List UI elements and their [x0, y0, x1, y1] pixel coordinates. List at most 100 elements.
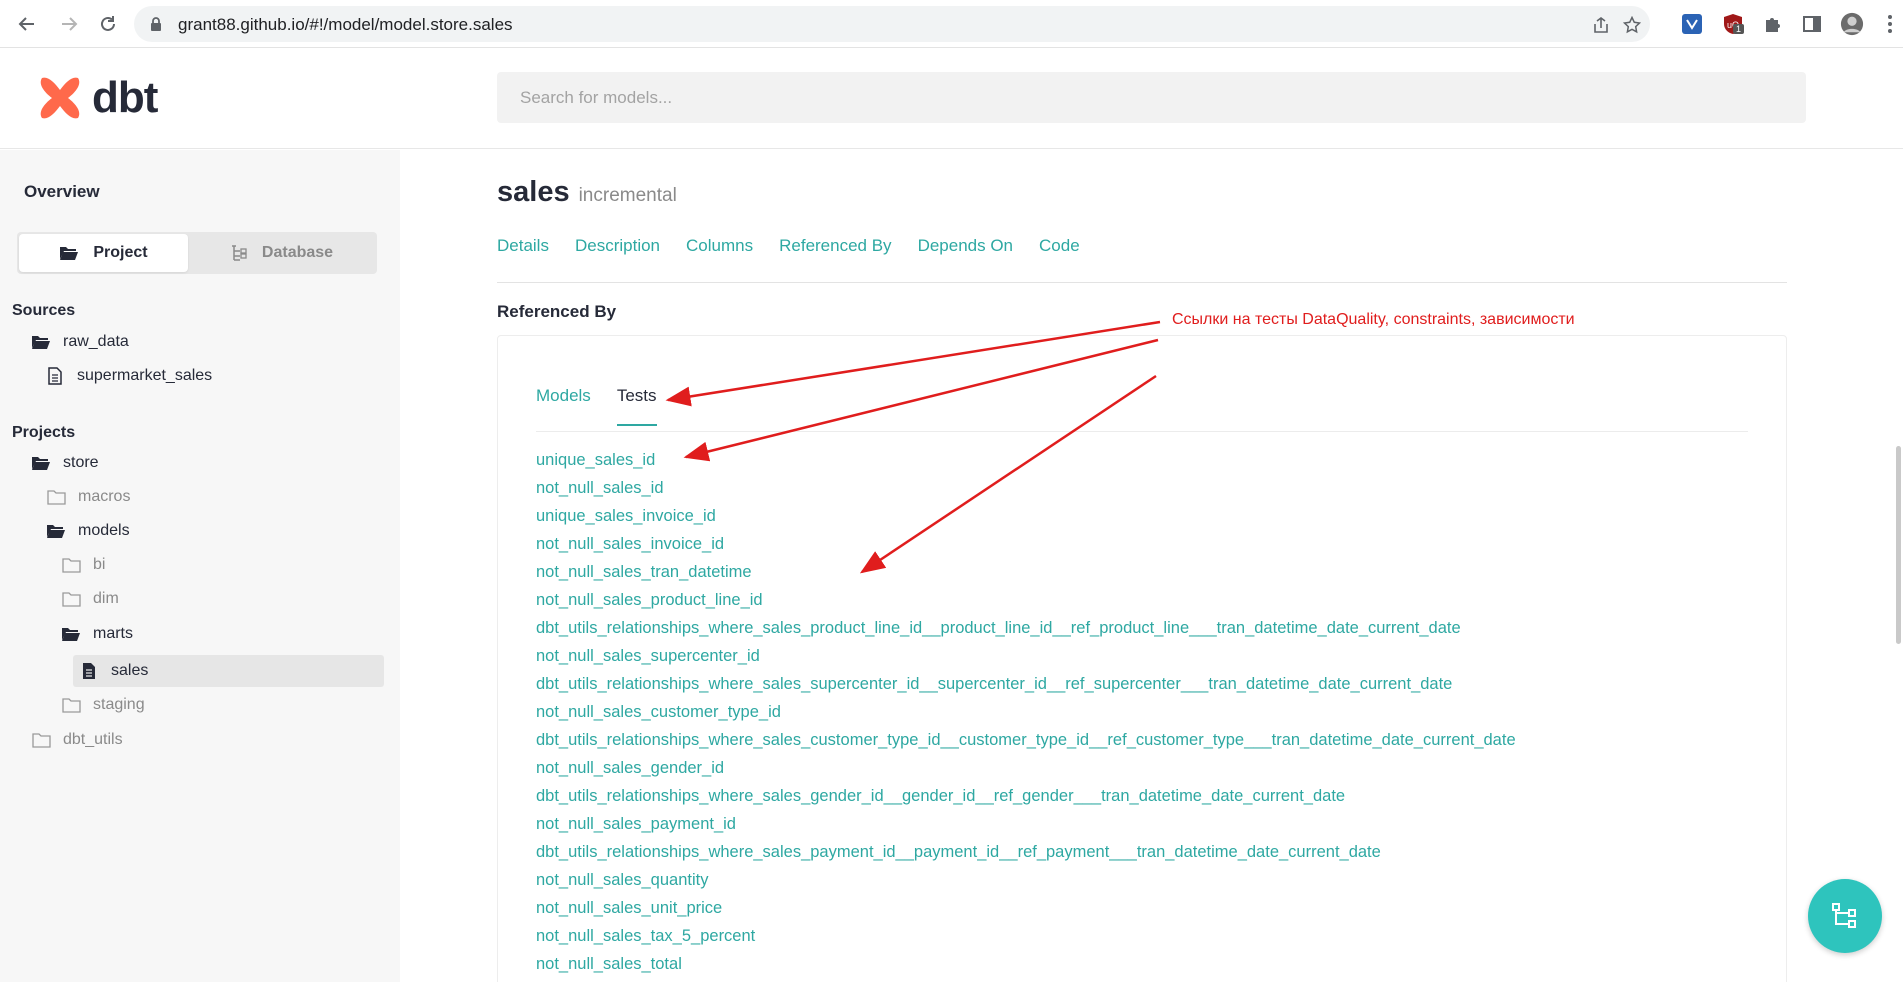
tab-details[interactable]: Details — [497, 236, 549, 256]
tree-structure-icon — [230, 244, 248, 262]
folder-icon — [61, 557, 81, 573]
tree-item-dim[interactable]: dim — [61, 585, 119, 613]
search-input[interactable] — [497, 72, 1806, 123]
tree-item-bi[interactable]: bi — [61, 551, 105, 579]
folder-open-icon — [46, 523, 66, 539]
dbt-logo-icon — [40, 77, 80, 119]
test-link[interactable]: not_null_sales_unit_price — [536, 896, 1516, 924]
url-text: grant88.github.io/#!/model/model.store.s… — [178, 15, 513, 34]
profile-avatar[interactable] — [1840, 12, 1864, 36]
tabs-divider — [497, 282, 1787, 283]
test-link[interactable]: not_null_sales_total — [536, 952, 1516, 980]
folder-open-icon — [31, 455, 51, 471]
tree-item-marts[interactable]: marts — [61, 620, 133, 648]
test-link[interactable]: unique_sales_id — [536, 448, 1516, 476]
subtabs-divider — [536, 431, 1748, 432]
reload-button[interactable] — [94, 10, 122, 38]
test-link[interactable]: not_null_sales_tax_5_percent — [536, 924, 1516, 952]
tab-columns[interactable]: Columns — [686, 236, 753, 256]
test-link[interactable]: not_null_sales_gender_id — [536, 756, 1516, 784]
lineage-graph-icon — [1832, 903, 1856, 928]
dbt-logo[interactable]: dbt — [36, 73, 158, 123]
tab-description[interactable]: Description — [575, 236, 660, 256]
kebab-menu-icon[interactable] — [1878, 12, 1902, 36]
side-panel-icon[interactable] — [1800, 12, 1824, 36]
tree-item-raw-data[interactable]: raw_data — [31, 328, 129, 356]
forward-button[interactable] — [55, 10, 83, 38]
subtab-tests[interactable]: Tests — [616, 386, 657, 426]
tree-item-store[interactable]: store — [31, 449, 99, 477]
tree-item-supermarket-sales[interactable]: supermarket_sales — [45, 362, 212, 390]
test-link[interactable]: unique_sales_invoice_id — [536, 504, 1516, 532]
address-bar[interactable]: grant88.github.io/#!/model/model.store.s… — [134, 6, 1650, 42]
tree-item-staging[interactable]: staging — [61, 691, 145, 719]
tree-item-dbt-utils[interactable]: dbt_utils — [31, 726, 123, 754]
tree-item-label: dbt_utils — [63, 731, 123, 748]
projects-heading: Projects — [12, 424, 76, 441]
tree-item-label: marts — [93, 625, 133, 642]
section-title-referenced-by: Referenced By — [497, 302, 617, 321]
reload-icon — [101, 16, 115, 31]
vscode-extension-icon[interactable] — [1680, 12, 1704, 36]
overview-link[interactable]: Overview — [24, 182, 100, 202]
folder-icon — [46, 489, 66, 505]
tab-depends-on[interactable]: Depends On — [918, 236, 1013, 256]
browser-toolbar: grant88.github.io/#!/model/model.store.s… — [0, 0, 1903, 48]
folder-open-icon — [59, 245, 79, 261]
lock-icon — [150, 17, 162, 36]
tab-code[interactable]: Code — [1039, 236, 1080, 256]
page-scrollbar[interactable] — [1896, 446, 1901, 644]
arrow-right-icon — [62, 17, 78, 31]
test-link[interactable]: not_null_sales_id — [536, 476, 1516, 504]
tree-item-label: store — [63, 454, 99, 471]
tests-list: unique_sales_id not_null_sales_id unique… — [536, 448, 1516, 980]
test-link[interactable]: not_null_sales_payment_id — [536, 812, 1516, 840]
lineage-graph-button[interactable] — [1808, 879, 1882, 953]
tree-item-label: macros — [78, 488, 131, 505]
test-link[interactable]: not_null_sales_customer_type_id — [536, 700, 1516, 728]
file-icon — [45, 367, 65, 385]
referenced-by-card: Models Tests unique_sales_id not_null_sa… — [497, 335, 1787, 982]
tree-item-macros[interactable]: macros — [46, 483, 130, 511]
folder-icon — [61, 697, 81, 713]
tree-item-label: bi — [93, 556, 106, 573]
test-link[interactable]: not_null_sales_tran_datetime — [536, 560, 1516, 588]
tree-item-sales[interactable]: sales — [73, 655, 384, 687]
test-link[interactable]: dbt_utils_relationships_where_sales_gend… — [536, 784, 1516, 812]
test-link[interactable]: not_null_sales_product_line_id — [536, 588, 1516, 616]
database-toggle-label: Database — [261, 244, 334, 261]
test-link[interactable]: dbt_utils_relationships_where_sales_supe… — [536, 672, 1516, 700]
ublock-extension-icon[interactable]: uO 1 — [1721, 12, 1745, 36]
tree-item-label: dim — [93, 590, 119, 607]
tree-item-label: sales — [111, 662, 149, 679]
tree-item-label: raw_data — [63, 333, 129, 350]
subtab-models[interactable]: Models — [536, 386, 591, 426]
model-name: sales — [497, 176, 570, 208]
sources-heading: Sources — [12, 302, 76, 319]
arrow-left-icon — [18, 17, 34, 31]
test-link[interactable]: dbt_utils_relationships_where_sales_cust… — [536, 728, 1516, 756]
database-toggle-button[interactable]: Database — [188, 234, 375, 272]
tab-referenced-by[interactable]: Referenced By — [779, 236, 891, 256]
back-button[interactable] — [13, 10, 41, 38]
puzzle-extensions-icon[interactable] — [1761, 12, 1785, 36]
folder-icon — [61, 591, 81, 607]
share-icon[interactable] — [1590, 14, 1612, 36]
bookmark-star-icon[interactable] — [1621, 14, 1643, 36]
model-tabs: Details Description Columns Referenced B… — [497, 236, 1106, 256]
project-toggle-button[interactable]: Project — [19, 234, 188, 272]
file-icon — [79, 662, 99, 680]
test-link[interactable]: dbt_utils_relationships_where_sales_paym… — [536, 840, 1516, 868]
annotation-text: Ссылки на тесты DataQuality, constraints… — [1172, 311, 1575, 328]
test-link[interactable]: not_null_sales_quantity — [536, 868, 1516, 896]
test-link[interactable]: not_null_sales_invoice_id — [536, 532, 1516, 560]
test-link[interactable]: not_null_sales_supercenter_id — [536, 644, 1516, 672]
tree-item-models[interactable]: models — [46, 517, 130, 545]
main-content: sales incremental Details Description Co… — [497, 150, 1787, 982]
folder-icon — [31, 732, 51, 748]
materialization-label: incremental — [578, 185, 677, 206]
folder-open-icon — [61, 626, 81, 642]
test-link[interactable]: dbt_utils_relationships_where_sales_prod… — [536, 616, 1516, 644]
tree-item-label: models — [78, 522, 130, 539]
logo-text: dbt — [92, 73, 158, 122]
